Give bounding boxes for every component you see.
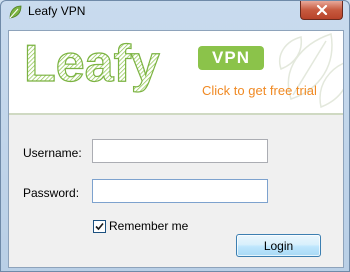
checkmark-icon	[95, 222, 104, 231]
password-label: Password:	[23, 186, 80, 200]
remember-me-label[interactable]: Remember me	[109, 219, 188, 233]
close-button[interactable]	[300, 1, 343, 20]
username-label: Username:	[23, 146, 82, 160]
vpn-badge: VPN	[198, 46, 264, 70]
title-bar[interactable]: Leafy VPN	[1, 1, 349, 23]
brand-banner: Leafy VPN Click to get free trial	[9, 31, 343, 113]
username-input[interactable]	[92, 139, 268, 163]
dialog-body: Leafy VPN Click to get free trial Userna…	[8, 30, 344, 268]
window-title: Leafy VPN	[28, 4, 86, 18]
login-button[interactable]: Login	[236, 234, 321, 257]
close-icon	[316, 5, 327, 15]
leafy-logo: Leafy	[23, 35, 160, 94]
free-trial-link[interactable]: Click to get free trial	[202, 83, 317, 98]
app-window: Leafy VPN Leafy VPN Click to get free tr…	[0, 0, 350, 272]
leaf-app-icon	[9, 5, 22, 19]
svg-text:Leafy: Leafy	[24, 35, 160, 93]
password-input[interactable]	[92, 179, 268, 203]
remember-me-checkbox[interactable]	[93, 220, 106, 233]
banner-divider	[9, 113, 343, 115]
